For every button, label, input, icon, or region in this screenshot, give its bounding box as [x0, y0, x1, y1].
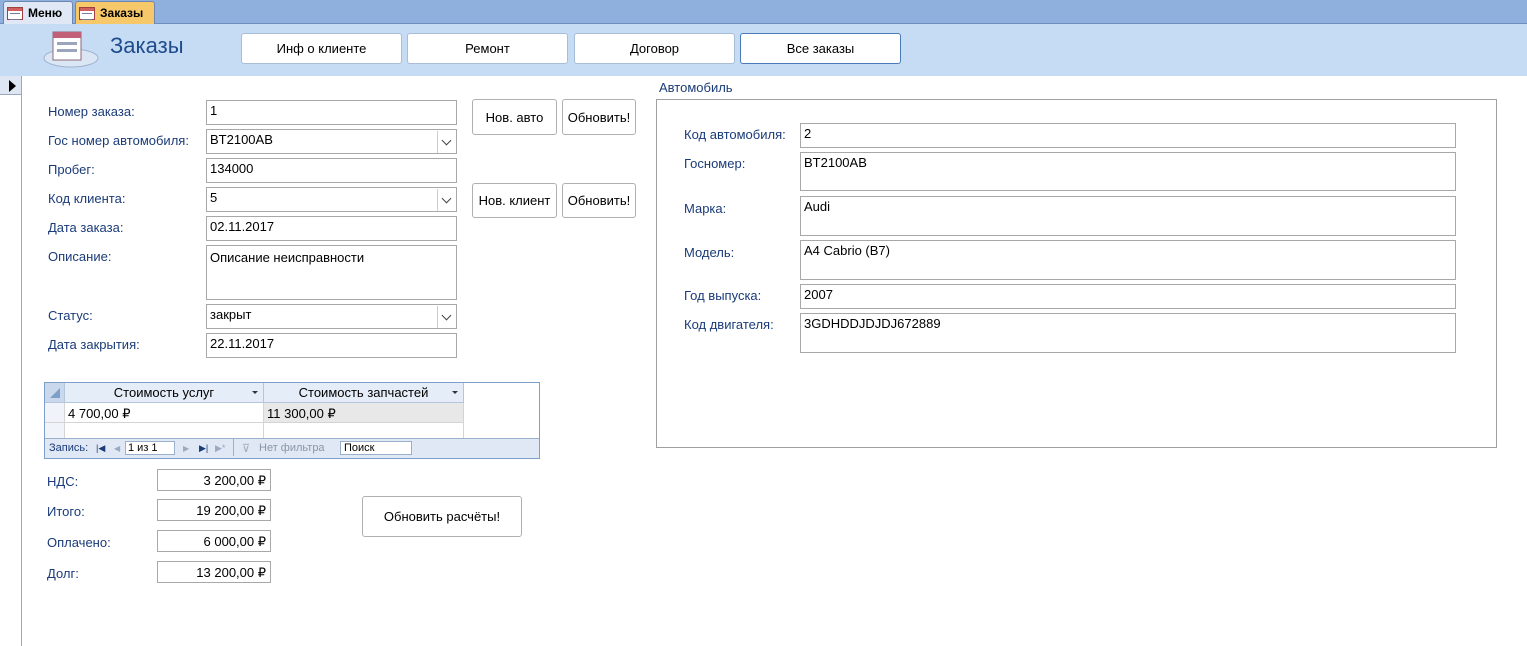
select-all-icon — [49, 387, 60, 398]
current-record-cell — [0, 76, 21, 95]
form-icon — [79, 6, 95, 20]
tab-orders[interactable]: Заказы — [75, 1, 155, 24]
year-field[interactable]: 2007 — [800, 284, 1456, 309]
engine-code-label: Код двигателя: — [684, 317, 774, 332]
tab-label: Меню — [28, 6, 63, 20]
new-car-button[interactable]: Нов. авто — [472, 99, 557, 135]
form-logo-icon — [43, 31, 99, 68]
engine-code-field[interactable]: 3GDHDDJDJDJ672889 — [800, 313, 1456, 353]
chevron-down-icon[interactable] — [437, 189, 455, 211]
filter-icon: ⊽ — [242, 442, 251, 455]
costs-subform: Стоимость услуг Стоимость запчастей 4 70… — [44, 382, 540, 459]
record-label: Запись: — [49, 442, 89, 454]
refresh-client-button[interactable]: Обновить! — [562, 183, 636, 218]
plate-label: Гос номер автомобиля: — [48, 133, 189, 148]
row-selector[interactable] — [45, 403, 65, 423]
sort-menu-icon — [452, 391, 458, 394]
debt-label: Долг: — [47, 566, 79, 581]
chevron-down-icon[interactable] — [437, 131, 455, 153]
document-tab-bar: Меню Заказы — [0, 0, 1527, 24]
contract-button[interactable]: Договор — [574, 33, 735, 64]
column-header-label: Стоимость услуг — [113, 385, 215, 400]
client-id-combo-value: 5 — [210, 190, 218, 205]
close-date-label: Дата закрытия: — [48, 337, 140, 352]
vat-field[interactable]: 3 200,00 ₽ — [157, 469, 271, 491]
description-label: Описание: — [48, 249, 112, 264]
car-plate-label: Госномер: — [684, 156, 746, 171]
close-date-field[interactable]: 22.11.2017 — [206, 333, 457, 358]
status-label: Статус: — [48, 308, 93, 323]
column-header-parts[interactable]: Стоимость запчастей — [264, 383, 464, 403]
new-client-button[interactable]: Нов. клиент — [472, 183, 557, 218]
chevron-down-icon[interactable] — [437, 306, 455, 328]
client-info-button[interactable]: Инф о клиенте — [241, 33, 402, 64]
sort-menu-icon — [252, 391, 258, 394]
car-id-label: Код автомобиля: — [684, 127, 786, 142]
record-position-field[interactable]: 1 из 1 — [125, 441, 175, 455]
model-label: Модель: — [684, 245, 735, 260]
client-id-label: Код клиента: — [48, 191, 126, 206]
record-navigation-bar: Запись: |◀ ◀ 1 из 1 ▶ ▶| ▶* ⊽ Нет фильтр… — [45, 438, 539, 458]
all-orders-button[interactable]: Все заказы — [740, 33, 901, 64]
new-record-icon[interactable]: ▶* — [215, 441, 225, 455]
order-number-label: Номер заказа: — [48, 104, 135, 119]
paid-label: Оплачено: — [47, 535, 111, 550]
select-all-cell[interactable] — [45, 383, 65, 403]
repair-button[interactable]: Ремонт — [407, 33, 568, 64]
current-record-arrow-icon — [9, 80, 16, 92]
column-header-services[interactable]: Стоимость услуг — [65, 383, 264, 403]
vat-label: НДС: — [47, 474, 79, 489]
order-number-field[interactable]: 1 — [206, 100, 457, 125]
order-date-field[interactable]: 02.11.2017 — [206, 216, 457, 241]
next-record-icon[interactable]: ▶ — [183, 441, 189, 455]
status-combo[interactable]: закрыт — [206, 304, 457, 329]
previous-record-icon[interactable]: ◀ — [114, 441, 120, 455]
make-field[interactable]: Audi — [800, 196, 1456, 236]
recalculate-button[interactable]: Обновить расчёты! — [362, 496, 522, 537]
total-field[interactable]: 19 200,00 ₽ — [157, 499, 271, 521]
first-record-icon[interactable]: |◀ — [96, 441, 105, 455]
client-id-combo[interactable]: 5 — [206, 187, 457, 212]
year-label: Год выпуска: — [684, 288, 762, 303]
column-header-label: Стоимость запчастей — [298, 385, 429, 400]
tab-label: Заказы — [100, 6, 144, 20]
form-title: Заказы — [110, 33, 184, 58]
plate-combo-value: BT2100AB — [210, 132, 273, 147]
total-label: Итого: — [47, 504, 85, 519]
make-label: Марка: — [684, 201, 727, 216]
paid-field[interactable]: 6 000,00 ₽ — [157, 530, 271, 552]
description-field[interactable]: Описание неисправности — [206, 245, 457, 300]
tab-menu[interactable]: Меню — [3, 1, 73, 24]
car-plate-field[interactable]: BT2100AB — [800, 152, 1456, 191]
record-selector[interactable] — [0, 76, 22, 646]
status-combo-value: закрыт — [210, 307, 252, 322]
no-filter-indicator[interactable]: Нет фильтра — [259, 441, 325, 455]
model-field[interactable]: A4 Cabrio (B7) — [800, 240, 1456, 280]
mileage-label: Пробег: — [48, 162, 95, 177]
table-cell[interactable]: 11 300,00 ₽ — [264, 403, 464, 423]
car-section-title: Автомобиль — [659, 80, 733, 95]
debt-field[interactable]: 13 200,00 ₽ — [157, 561, 271, 583]
mileage-field[interactable]: 134000 — [206, 158, 457, 183]
nav-divider — [233, 439, 234, 456]
form-icon — [7, 6, 23, 20]
order-date-label: Дата заказа: — [48, 220, 124, 235]
search-field[interactable]: Поиск — [340, 441, 412, 455]
refresh-car-button[interactable]: Обновить! — [562, 99, 636, 135]
table-cell[interactable]: 4 700,00 ₽ — [65, 403, 264, 423]
last-record-icon[interactable]: ▶| — [199, 441, 208, 455]
car-id-field[interactable]: 2 — [800, 123, 1456, 148]
plate-combo[interactable]: BT2100AB — [206, 129, 457, 154]
